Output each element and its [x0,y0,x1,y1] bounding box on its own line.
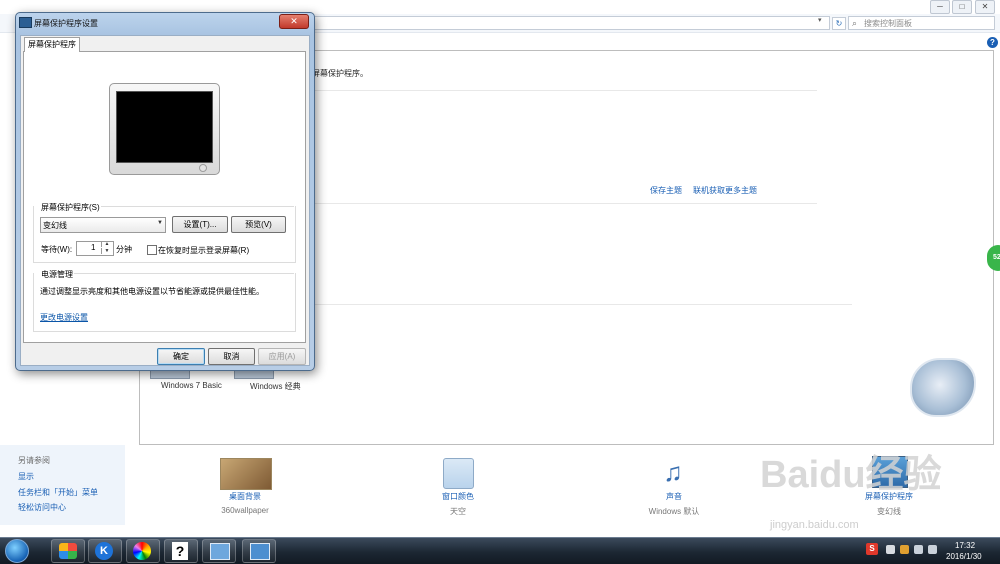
settings-button[interactable]: 设置(T)... [172,216,228,233]
see-also-display-link[interactable]: 显示 [18,471,34,482]
network-icon[interactable] [914,545,923,554]
save-theme-link[interactable]: 保存主题 [650,185,682,196]
desktop-background-value: 360wallpaper [221,506,269,515]
theme-label-basic[interactable]: Windows 7 Basic [161,381,222,390]
stepper-down-icon[interactable]: ▼ [101,248,112,254]
refresh-icon[interactable]: ↻ [832,17,846,30]
divider [312,203,817,204]
k-app-icon: K [95,542,113,560]
taskbar-app-help[interactable]: ? [164,539,198,563]
desktop-background-link[interactable]: 桌面背景 [185,491,305,502]
get-more-themes-link[interactable]: 联机获取更多主题 [693,185,757,196]
preview-button[interactable]: 预览(V) [231,216,286,233]
dialog-monitor-icon [19,17,32,28]
tray-icon[interactable] [900,545,909,554]
help-icon[interactable]: ? [987,37,998,48]
preview-screen [116,91,213,163]
power-description: 通过调整显示亮度和其他电源设置以节省能源或提供最佳性能。 [40,287,264,296]
minimize-button[interactable]: ─ [930,0,950,14]
taskbar-app-screen-saver[interactable] [242,539,276,563]
sound-link[interactable]: 声音 [614,491,734,502]
window-color-link[interactable]: 窗口颜色 [398,491,518,502]
resume-login-label[interactable]: 在恢复时显示登录屏幕(R) [158,245,249,256]
search-icon: ⌕ [852,18,858,28]
sogou-input-icon[interactable]: S [866,543,878,555]
window-color-icon[interactable] [443,458,474,489]
screen-saver-select-value: 变幻线 [43,221,67,230]
dialog-title: 屏幕保护程序设置 [34,19,98,28]
stepper-up-icon[interactable]: ▲ [101,241,112,247]
ok-button[interactable]: 确定 [157,348,205,365]
control-panel-icon [210,543,230,560]
see-also-taskbar-link[interactable]: 任务栏和「开始」菜单 [18,487,98,498]
search-placeholder: 搜索控制面板 [864,19,912,28]
watermark: Baidu经验 [760,454,942,496]
address-bar[interactable] [312,16,830,30]
wait-unit-label: 分钟 [116,245,132,254]
divider [312,304,852,305]
chevron-down-icon[interactable]: ▼ [157,220,163,226]
window-color-value: 天空 [450,507,466,516]
wait-minutes-value[interactable]: 1 [91,243,95,252]
group-border [97,206,294,207]
screen-saver-group-label: 屏幕保护程序(S) [40,202,101,213]
clock-date[interactable]: 2016/1/30 [946,552,982,561]
clock-time[interactable]: 17:32 [955,541,975,550]
page-description: 屏幕保护程序。 [312,69,368,78]
wait-label: 等待(W): [41,245,73,254]
divider [312,90,817,91]
watermark-url: jingyan.baidu.com [770,519,859,531]
display-settings-icon [250,543,270,560]
monitor-power-icon [199,164,207,172]
close-window-button[interactable]: ✕ [975,0,995,14]
help-app-icon: ? [172,542,188,560]
tab-screen-saver[interactable]: 屏幕保护程序 [24,37,80,52]
taskbar-app-tiles[interactable] [51,539,85,563]
change-power-settings-link[interactable]: 更改电源设置 [40,312,88,323]
taskbar-app-color[interactable] [126,539,160,563]
group-border [73,273,294,274]
maximize-button[interactable]: □ [952,0,972,14]
start-button[interactable] [5,539,29,563]
power-management-group [33,273,296,332]
theme-label-classic[interactable]: Windows 经典 [250,381,301,392]
sound-value: Windows 默认 [648,507,700,516]
color-wheel-icon [133,542,151,560]
taskbar-app-k[interactable]: K [88,539,122,563]
apply-button[interactable]: 应用(A) [258,348,306,365]
resume-login-checkbox[interactable] [147,245,157,255]
volume-icon[interactable] [928,545,937,554]
dialog-close-button[interactable]: ✕ [279,14,309,29]
desktop-background-icon[interactable] [220,458,272,490]
cancel-button[interactable]: 取消 [208,348,255,365]
see-also-header: 另请参阅 [18,456,50,465]
power-management-label: 电源管理 [40,269,74,280]
app-tiles-icon [59,543,77,559]
address-dropdown-icon[interactable]: ▾ [818,16,822,24]
floating-badge[interactable]: 52 [987,245,1000,271]
tray-icon[interactable] [886,545,895,554]
see-also-ease-link[interactable]: 轻松访问中心 [18,502,66,513]
sound-icon[interactable]: ♫ [656,456,690,488]
taskbar-app-control-panel[interactable] [202,539,236,563]
